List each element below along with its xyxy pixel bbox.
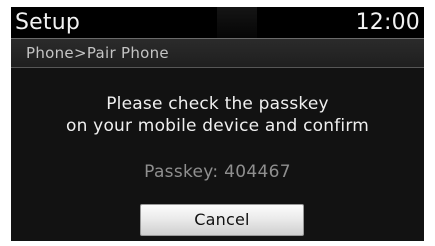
header-bar: Setup 12:00 bbox=[11, 7, 424, 38]
cancel-button-label: Cancel bbox=[194, 210, 250, 229]
breadcrumb-text: Phone>Pair Phone bbox=[26, 44, 169, 62]
breadcrumb: Phone>Pair Phone bbox=[11, 39, 424, 68]
pairing-message: Please check the passkey on your mobile … bbox=[11, 93, 424, 137]
message-line-1: Please check the passkey bbox=[106, 94, 329, 114]
passkey-text: Passkey: 404467 bbox=[144, 162, 291, 182]
message-line-2: on your mobile device and confirm bbox=[66, 116, 369, 136]
header-glare bbox=[217, 7, 257, 38]
clock: 12:00 bbox=[355, 10, 420, 35]
page-title: Setup bbox=[15, 10, 81, 35]
cancel-button[interactable]: Cancel bbox=[140, 204, 304, 236]
display-screen: Setup 12:00 Phone>Pair Phone Please chec… bbox=[11, 7, 424, 241]
